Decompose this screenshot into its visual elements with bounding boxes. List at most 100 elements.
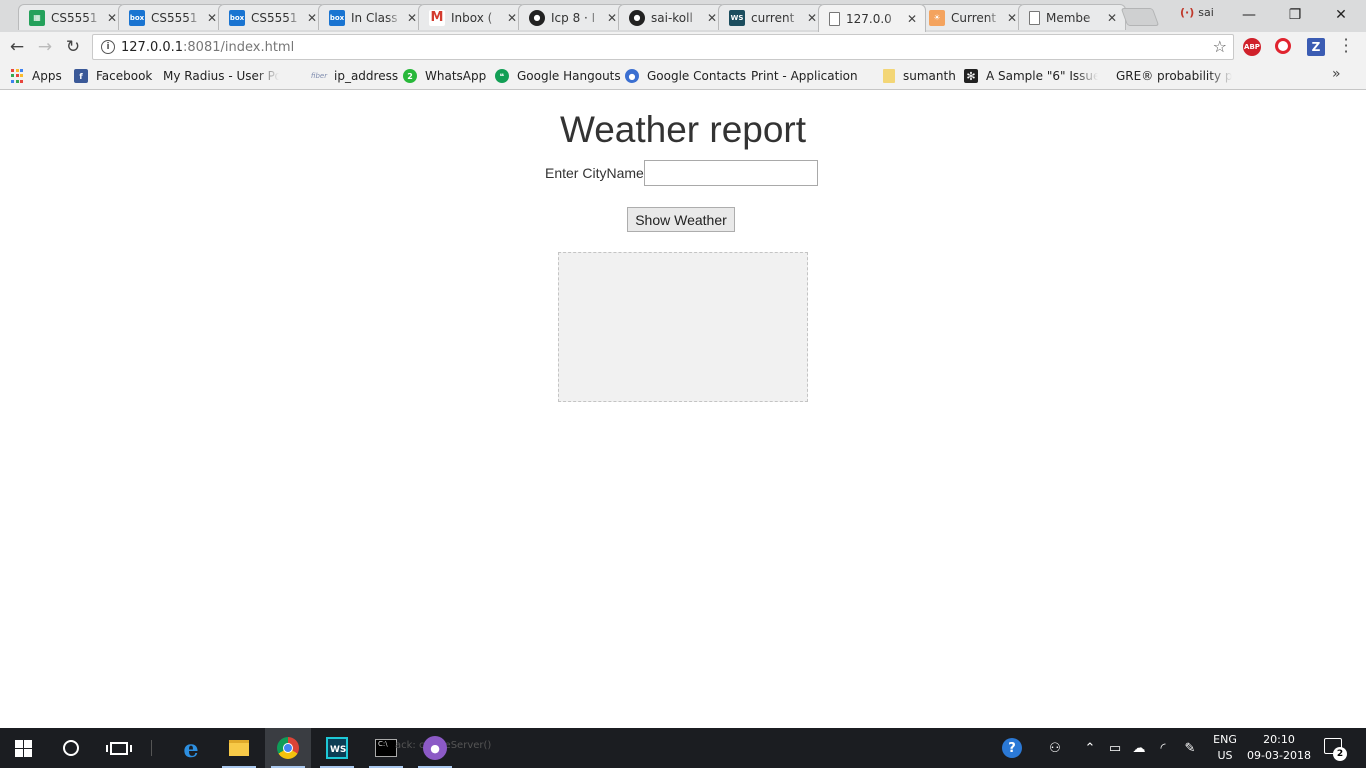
bookmark-facebook[interactable]: f Facebook <box>74 68 152 84</box>
close-window-button[interactable]: ✕ <box>1318 0 1364 30</box>
bookmark-sumanth[interactable]: sumanth <box>883 68 956 84</box>
close-tab-icon[interactable]: ✕ <box>405 11 419 25</box>
minimize-button[interactable]: — <box>1226 0 1272 30</box>
close-tab-icon[interactable]: ✕ <box>305 11 319 25</box>
show-hidden-icons-button[interactable]: ⌃ <box>1080 728 1100 768</box>
onedrive-tray-button[interactable]: ☁ <box>1128 728 1150 768</box>
forward-button[interactable]: → <box>34 36 56 58</box>
bookmark-label: Print - Application <box>751 69 858 83</box>
close-tab-icon[interactable]: ✕ <box>1105 11 1119 25</box>
cloud-icon: ☁ <box>1132 740 1146 756</box>
clock-button[interactable]: 20:10 09-03-2018 <box>1246 732 1312 764</box>
tab-title: sai-koll <box>651 10 693 25</box>
webstorm-icon: WS <box>729 9 745 26</box>
bookmark-google-contacts[interactable]: ● Google Contacts <box>625 68 746 84</box>
hangouts-icon: ❝ <box>495 69 509 83</box>
tab-cs5551-sheets[interactable]: ▦ CS5551 ✕ <box>18 4 126 30</box>
profile-button[interactable]: (·) sai <box>1180 6 1214 19</box>
edge-app[interactable]: e <box>168 728 214 768</box>
new-tab-button[interactable] <box>1120 8 1160 26</box>
close-tab-icon[interactable]: ✕ <box>905 12 919 26</box>
close-tab-icon[interactable]: ✕ <box>1005 11 1019 25</box>
help-icon: ? <box>1002 738 1022 758</box>
close-tab-icon[interactable]: ✕ <box>605 11 619 25</box>
github-desktop-app[interactable]: ● <box>412 728 458 768</box>
url-host: 127.0.0.1 <box>121 39 184 55</box>
city-name-input[interactable] <box>643 160 818 186</box>
box-icon: box <box>229 9 245 26</box>
bookmark-label: Apps <box>32 69 62 83</box>
z-extension-icon[interactable]: Z <box>1307 38 1325 56</box>
tab-inbox[interactable]: M Inbox ( ✕ <box>418 4 526 30</box>
weather-icon: ☀ <box>929 9 945 26</box>
bookmark-apps[interactable]: Apps <box>10 68 62 84</box>
fiber-icon: fiber <box>310 72 328 80</box>
tab-sai-koll[interactable]: ● sai-koll ✕ <box>618 4 726 30</box>
bookmark-label: WhatsApp <box>425 69 487 83</box>
gmail-icon: M <box>429 9 445 26</box>
bookmark-ip-address[interactable]: fiber ip_address <box>310 68 398 84</box>
close-tab-icon[interactable]: ✕ <box>505 11 519 25</box>
close-tab-icon[interactable]: ✕ <box>105 11 119 25</box>
tab-icp8[interactable]: ● Icp 8 · I ✕ <box>518 4 626 30</box>
bookmark-star-icon[interactable]: ☆ <box>1213 37 1227 56</box>
clock-time: 20:10 <box>1263 733 1295 746</box>
tab-current-weather[interactable]: ☀ Current ✕ <box>918 4 1026 30</box>
close-tab-icon[interactable]: ✕ <box>705 11 719 25</box>
tab-in-class[interactable]: box In Class ✕ <box>318 4 426 30</box>
adblock-plus-icon[interactable]: ABP <box>1243 38 1261 56</box>
tab-current-ws[interactable]: WS current ✕ <box>718 4 826 30</box>
restore-button[interactable]: ❐ <box>1272 0 1318 30</box>
close-tab-icon[interactable]: ✕ <box>205 11 219 25</box>
tab-cs5551-box-1[interactable]: box CS5551 ✕ <box>118 4 226 30</box>
chrome-app[interactable] <box>265 728 311 768</box>
address-bar[interactable]: i 127.0.0.1:8081/index.html ☆ <box>92 34 1234 60</box>
chevron-up-icon: ⌃ <box>1084 740 1096 756</box>
pen-icon: ✎ <box>1184 740 1196 756</box>
bookmark-sample-issue[interactable]: ✻ A Sample "6" Issue E <box>964 68 1098 84</box>
bookmark-label: Google Contacts <box>647 69 747 83</box>
tab-members[interactable]: Membe ✕ <box>1018 4 1126 30</box>
page-title: Weather report <box>559 109 807 150</box>
file-explorer-icon <box>229 740 249 756</box>
bookmark-gre-probability[interactable]: GRE® probability pro <box>1116 68 1232 172</box>
bookmark-print-application[interactable]: Print - Application <box>751 68 858 172</box>
clock-date: 09-03-2018 <box>1247 749 1311 762</box>
help-tray-button[interactable]: ? <box>998 728 1026 768</box>
more-bookmarks-icon[interactable]: » <box>1332 66 1341 82</box>
webstorm-app[interactable]: WS <box>314 728 360 768</box>
bookmark-label: My Radius - User Port <box>163 69 279 83</box>
command-prompt-icon: C:\ <box>375 739 397 757</box>
show-weather-button[interactable]: Show Weather <box>627 207 735 232</box>
wifi-tray-button[interactable]: ◜ <box>1152 728 1174 768</box>
folder-icon <box>883 69 895 83</box>
bookmark-label: Google Hangouts <box>517 69 621 83</box>
input-language-button[interactable]: ENG US <box>1212 732 1238 764</box>
bookmark-whatsapp[interactable]: 2 WhatsApp <box>403 68 486 84</box>
profile-name: sai <box>1198 6 1214 19</box>
people-button[interactable]: ⚇ <box>1042 728 1068 768</box>
city-input-row: Enter CityName <box>545 160 818 186</box>
tab-cs5551-box-2[interactable]: box CS5551 ✕ <box>218 4 326 30</box>
bookmark-google-hangouts[interactable]: ❝ Google Hangouts <box>495 68 621 84</box>
bookmark-label: sumanth <box>903 69 956 83</box>
opera-extension-icon[interactable] <box>1275 38 1291 54</box>
tab-title: Icp 8 · I <box>551 10 596 25</box>
webstorm-icon: WS <box>326 737 348 759</box>
close-tab-icon[interactable]: ✕ <box>805 11 819 25</box>
tab-strip: ▦ CS5551 ✕ box CS5551 ✕ box CS5551 ✕ box… <box>0 0 1366 32</box>
reload-button[interactable]: ↻ <box>62 36 84 58</box>
battery-tray-button[interactable]: ▭ <box>1104 728 1126 768</box>
file-explorer-app[interactable] <box>216 728 262 768</box>
task-view-button[interactable] <box>96 728 142 768</box>
bookmarks-bar: Apps f Facebook My Radius - User Port fi… <box>0 62 1366 172</box>
profile-icon: (·) <box>1180 6 1195 19</box>
tab-localhost-active[interactable]: 127.0.0 ✕ <box>818 4 926 32</box>
back-button[interactable]: ← <box>6 36 28 58</box>
bookmark-my-radius[interactable]: My Radius - User Port <box>163 68 279 172</box>
site-info-icon[interactable]: i <box>101 40 115 54</box>
start-button[interactable] <box>0 728 46 768</box>
cortana-button[interactable] <box>48 728 94 768</box>
browser-menu-icon[interactable]: · · · <box>1340 32 1352 60</box>
pen-workspace-button[interactable]: ✎ <box>1178 728 1202 768</box>
